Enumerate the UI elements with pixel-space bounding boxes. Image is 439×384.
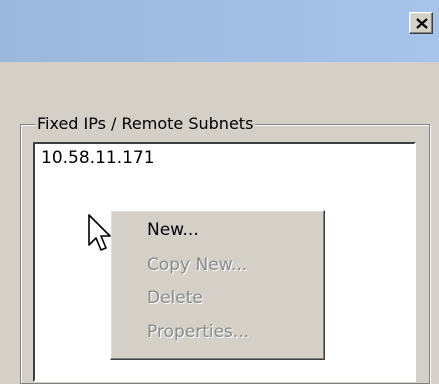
close-icon [416,18,428,29]
title-bar [0,0,439,62]
close-button[interactable] [409,12,433,34]
menu-item-properties: Properties... [147,322,250,342]
menu-item-new[interactable]: New... [147,219,199,241]
menu-item-copy-new: Copy New... [147,255,248,275]
menu-item-delete: Delete [147,288,203,308]
context-menu: New... Copy New... Delete Properties... [110,210,325,360]
mouse-pointer-icon [88,214,111,251]
groupbox-label: Fixed IPs / Remote Subnets [35,113,256,135]
list-item[interactable]: 10.58.11.171 [41,146,155,170]
